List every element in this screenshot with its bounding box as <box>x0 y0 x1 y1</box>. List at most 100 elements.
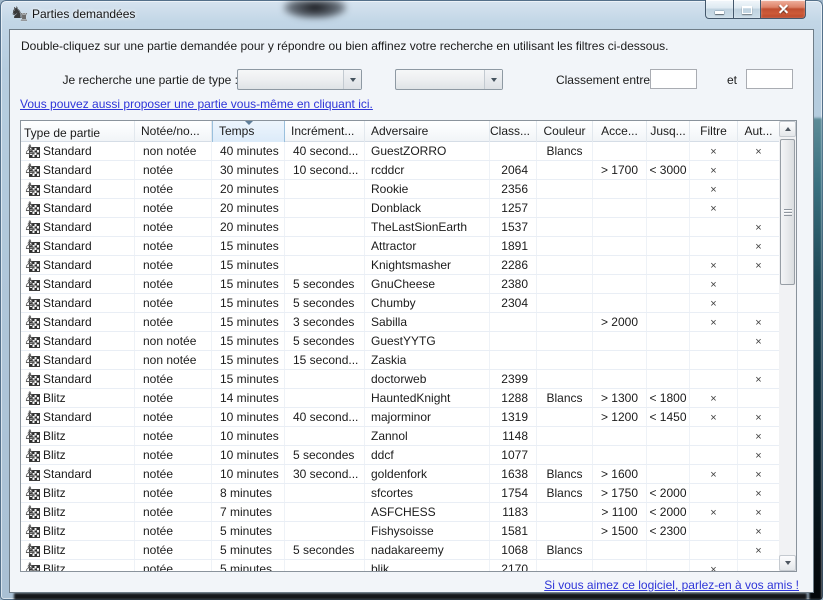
table-row[interactable]: Blitznotée5 minutes5 secondesnadakareemy… <box>21 541 779 560</box>
cell-color <box>537 427 593 445</box>
game-type-text: Blitz <box>43 389 66 407</box>
cell-min <box>593 560 647 571</box>
table-row[interactable]: Blitznotée5 minutesFishysoisse1581> 1500… <box>21 522 779 541</box>
maximize-icon <box>742 6 752 14</box>
combo-arrow-zone <box>484 70 502 89</box>
table-row[interactable]: Standardnotée10 minutes40 second...major… <box>21 408 779 427</box>
cell-max <box>647 142 690 160</box>
column-header-max[interactable]: Jusq... <box>647 121 690 142</box>
cell-color <box>537 294 593 312</box>
cell-max <box>647 199 690 217</box>
cell-min <box>593 427 647 445</box>
column-header-aut[interactable]: Aut... <box>738 121 779 142</box>
maximize-button[interactable] <box>734 0 761 19</box>
cell-max: < 2000 <box>647 484 690 502</box>
x-mark-icon: × <box>755 146 761 158</box>
cell-rating: 2304 <box>490 294 537 312</box>
table-row[interactable]: Standardnon notée15 minutes15 second...Z… <box>21 351 779 370</box>
rating-min-input[interactable] <box>650 69 697 89</box>
table-row[interactable]: Standardnotée20 minutesDonblack1257× <box>21 199 779 218</box>
cell-time: 10 minutes <box>212 408 285 426</box>
cell-rating: 1183 <box>490 503 537 521</box>
cell-min <box>593 256 647 274</box>
column-header-label: Jusq... <box>650 124 685 138</box>
minimize-button[interactable] <box>705 0 734 19</box>
table-row[interactable]: Standardnotée15 minutesdoctorweb2399× <box>21 370 779 389</box>
table-row[interactable]: Standardnotée30 minutes10 second...rcddc… <box>21 161 779 180</box>
table-row[interactable]: Blitznotée8 minutessfcortes1754Blancs> 1… <box>21 484 779 503</box>
table-row[interactable]: Standardnotée15 minutes5 secondesChumby2… <box>21 294 779 313</box>
cell-color: Blancs <box>537 484 593 502</box>
cell-filtre: × <box>690 560 738 571</box>
table-row[interactable]: Standardnotée15 minutes5 secondesGnuChee… <box>21 275 779 294</box>
table-row[interactable]: Standardnotée20 minutesRookie2356× <box>21 180 779 199</box>
share-with-friends-link[interactable]: Si vous aimez ce logiciel, parlez-en à v… <box>544 578 799 592</box>
x-mark-icon: × <box>710 317 716 329</box>
pawn-board-icon <box>24 163 41 177</box>
cell-max <box>647 275 690 293</box>
column-header-increment[interactable]: Incrément... <box>285 121 365 142</box>
table-row[interactable]: Standardnotée15 minutes3 secondesSabilla… <box>21 313 779 332</box>
cell-time: 20 minutes <box>212 199 285 217</box>
table-row[interactable]: Standardnon notée15 minutes5 secondesGue… <box>21 332 779 351</box>
cell-type: Blitz <box>21 522 135 540</box>
table-row[interactable]: Standardnon notée40 minutes40 second...G… <box>21 142 779 161</box>
title-bar[interactable]: ♞♜ Parties demandées <box>0 0 823 29</box>
cell-increment: 30 second... <box>285 465 365 483</box>
cell-filtre: × <box>690 408 738 426</box>
cell-min: > 1700 <box>593 161 647 179</box>
column-header-min[interactable]: Acce... <box>593 121 647 142</box>
cell-filtre: × <box>690 161 738 179</box>
table-row[interactable]: Blitznotée14 minutesHauntedKnight1288Bla… <box>21 389 779 408</box>
cell-aut: × <box>738 541 779 559</box>
cell-max <box>647 218 690 236</box>
column-header-filtre[interactable]: Filtre <box>690 121 738 142</box>
x-mark-icon: × <box>710 165 716 177</box>
game-type-text: Blitz <box>43 484 66 502</box>
cell-rated: notée <box>135 408 212 426</box>
client-area: Double-cliquez sur une partie demandée p… <box>9 29 814 593</box>
column-header-color[interactable]: Couleur <box>537 121 593 142</box>
pawn-board-icon <box>24 448 41 462</box>
scroll-down-button[interactable] <box>779 555 796 571</box>
cell-color: Blancs <box>537 465 593 483</box>
cell-type: Standard <box>21 465 135 483</box>
vertical-scrollbar[interactable] <box>779 121 796 571</box>
cell-color <box>537 256 593 274</box>
cell-rating: 2399 <box>490 370 537 388</box>
column-header-time[interactable]: Temps <box>212 121 285 142</box>
table-row[interactable]: Standardnotée15 minutesKnightsmasher2286… <box>21 256 779 275</box>
cell-adversary: Knightsmasher <box>365 256 490 274</box>
game-type-text: Blitz <box>43 541 66 559</box>
table-row[interactable]: Blitznotée10 minutesZannol1148× <box>21 427 779 446</box>
pawn-board-icon <box>24 353 41 367</box>
cell-min <box>593 275 647 293</box>
cell-rating: 2170 <box>490 560 537 571</box>
table-row[interactable]: Blitznotée5 minutesblik2170× <box>21 560 779 571</box>
scroll-up-button[interactable] <box>779 121 796 137</box>
table-row[interactable]: Standardnotée15 minutesAttractor1891× <box>21 237 779 256</box>
propose-game-link[interactable]: Vous pouvez aussi proposer une partie vo… <box>20 97 373 111</box>
table-row[interactable]: Blitznotée7 minutesASFCHESS1183> 1100< 2… <box>21 503 779 522</box>
table-row[interactable]: Standardnotée10 minutes30 second...golde… <box>21 465 779 484</box>
cell-min <box>593 332 647 350</box>
cell-rating: 1288 <box>490 389 537 407</box>
cell-max <box>647 427 690 445</box>
table-row[interactable]: Standardnotée20 minutesTheLastSionEarth1… <box>21 218 779 237</box>
rating-max-input[interactable] <box>746 69 793 89</box>
game-type-select[interactable] <box>237 69 362 90</box>
game-subtype-select[interactable] <box>395 69 503 90</box>
table-row[interactable]: Blitznotée10 minutes5 secondesddcf1077× <box>21 446 779 465</box>
games-table-header: Type de partieNotée/no...TempsIncrément.… <box>21 121 779 142</box>
scrollbar-thumb[interactable] <box>780 139 795 285</box>
column-header-rating[interactable]: Class... <box>490 121 537 142</box>
cell-max <box>647 370 690 388</box>
cell-type: Standard <box>21 218 135 236</box>
cell-type: Blitz <box>21 446 135 464</box>
column-header-rated[interactable]: Notée/no... <box>135 121 212 142</box>
close-button[interactable] <box>761 0 806 19</box>
column-header-type[interactable]: Type de partie <box>21 121 135 142</box>
cell-type: Standard <box>21 313 135 331</box>
column-header-adversary[interactable]: Adversaire <box>365 121 490 142</box>
game-type-text: Standard <box>43 294 92 312</box>
